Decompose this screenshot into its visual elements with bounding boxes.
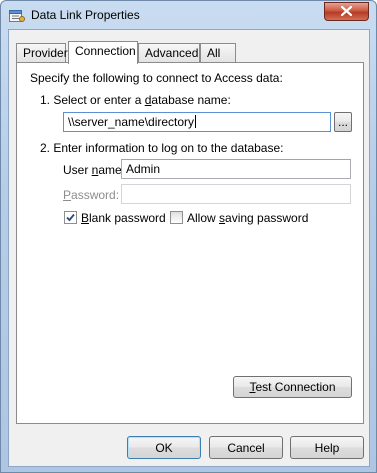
checkmark-icon xyxy=(65,212,76,226)
tab-connection[interactable]: Connection xyxy=(68,41,138,64)
tab-provider[interactable]: Provider xyxy=(16,43,68,62)
checkbox-inner xyxy=(173,214,180,221)
tab-advanced[interactable]: Advanced xyxy=(138,43,200,62)
step2-label: 2. Enter information to log on to the da… xyxy=(40,141,284,155)
blank-password-checkbox[interactable] xyxy=(64,211,77,224)
text-caret xyxy=(195,115,197,128)
close-icon xyxy=(340,4,353,19)
browse-button[interactable]: ... xyxy=(334,112,352,132)
cancel-button[interactable]: Cancel xyxy=(209,436,283,459)
database-name-value: \\server_name\directory xyxy=(68,115,195,129)
allow-saving-password-label[interactable]: Allow saving password xyxy=(187,211,308,225)
allow-saving-password-checkbox[interactable] xyxy=(170,211,183,224)
tab-all[interactable]: All xyxy=(200,43,236,62)
tab-label: All xyxy=(207,46,221,60)
blank-password-label[interactable]: Blank password xyxy=(81,211,166,225)
test-connection-button[interactable]: Test Connection xyxy=(233,376,352,398)
password-label: Password: xyxy=(63,188,120,202)
user-name-input[interactable]: Admin xyxy=(121,159,351,179)
user-name-label: User name: xyxy=(63,163,126,177)
close-button[interactable] xyxy=(324,2,369,21)
ok-button[interactable]: OK xyxy=(127,436,201,459)
browse-label: ... xyxy=(337,115,348,129)
step1-label: 1. Select or enter a database name: xyxy=(40,93,231,107)
window-title: Data Link Properties xyxy=(31,8,140,22)
intro-text: Specify the following to connect to Acce… xyxy=(30,71,283,85)
user-name-value: Admin xyxy=(126,162,161,176)
dialog-window: Data Link Properties Provider Connection… xyxy=(0,0,377,473)
connection-panel: Specify the following to connect to Acce… xyxy=(16,62,364,424)
password-input[interactable] xyxy=(121,184,351,204)
test-connection-label: Test Connection xyxy=(249,380,336,394)
title-bar[interactable]: Data Link Properties xyxy=(1,1,376,29)
tab-strip: Provider Connection Advanced All xyxy=(16,41,356,64)
database-name-input[interactable]: \\server_name\directory xyxy=(63,112,331,132)
tab-label: Provider xyxy=(23,46,68,60)
help-label: Help xyxy=(314,440,340,455)
data-link-app-icon xyxy=(9,9,25,23)
ok-label: OK xyxy=(155,440,173,455)
cancel-label: Cancel xyxy=(227,440,265,455)
dialog-body: Provider Connection Advanced All Specify… xyxy=(8,29,370,467)
tab-label: Connection xyxy=(75,44,136,58)
tab-label: Advanced xyxy=(145,46,199,60)
help-button[interactable]: Help xyxy=(290,436,364,459)
